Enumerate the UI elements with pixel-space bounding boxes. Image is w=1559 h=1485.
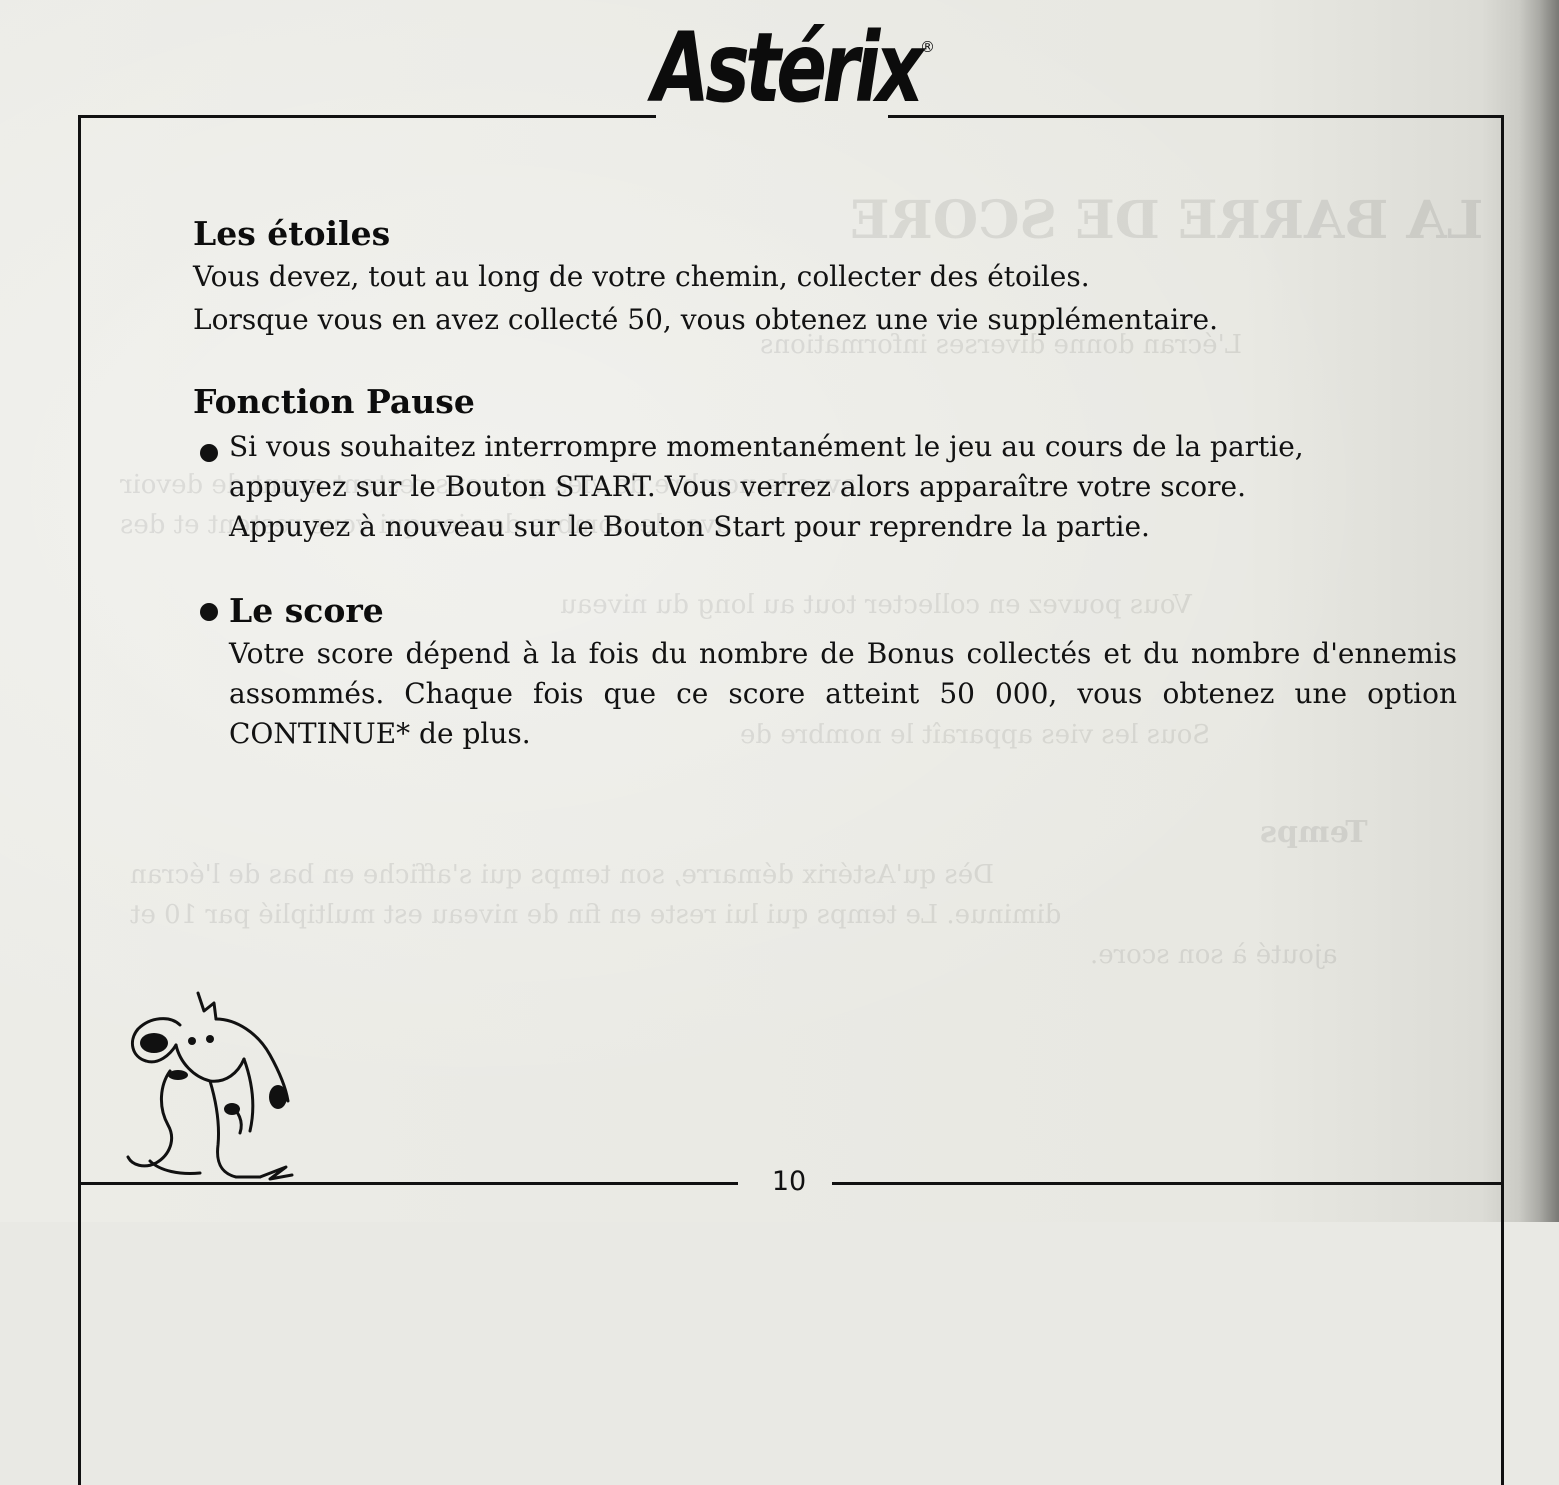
pause-line-2: appuyez sur le Bouton START. Vous verrez… [229,470,1247,503]
show-through-line: ajouté à son score. [1090,940,1338,970]
ear-spot-right [269,1085,287,1109]
page-number: 10 [771,1166,807,1197]
bullet-pause [200,444,218,462]
show-through-heading: LA BARRE DE SCORE [850,190,1484,251]
show-through-line: Vous pouvez en collecter tout au long du… [560,590,1192,620]
etoiles-line-1: Vous devez, tout au long de votre chemin… [193,260,1090,293]
section-title-score: Le score [229,591,384,630]
etoiles-line-2: Lorsque vous en avez collecté 50, vous o… [193,303,1219,336]
frame-bottom-right [832,1182,1504,1185]
dog-illustration [126,991,294,1181]
asterix-logo: Astérix ® [652,12,942,124]
manual-page: LA BARRE DE SCORE L'écran donne diverses… [0,0,1559,1485]
pause-line-1: Si vous souhaitez interrompre momentaném… [229,430,1304,463]
section-title-etoiles: Les étoiles [193,214,391,253]
frame-right [1501,115,1504,1485]
pause-line-3: Appuyez à nouveau sur le Bouton Start po… [229,510,1150,543]
show-through-line: diminue. Le temps qui lui reste en fin d… [130,900,1062,930]
bullet-score [200,603,218,621]
paw-spot [224,1103,240,1115]
show-through-line: Dès qu'Astérix démarre, son temps qui s'… [130,860,994,890]
frame-left [78,115,81,1485]
score-paragraph: Votre score dépend à la fois du nombre d… [229,637,1457,750]
frame-top-left [78,115,656,118]
section-title-pause: Fonction Pause [193,382,475,421]
show-through-heading: Temps [1260,815,1368,850]
registered-mark: ® [920,38,935,56]
ear-spot-left [140,1033,168,1053]
frame-top-right [888,115,1504,118]
spine-shadow [1519,0,1559,1222]
logo-text: Astérix [652,12,924,124]
